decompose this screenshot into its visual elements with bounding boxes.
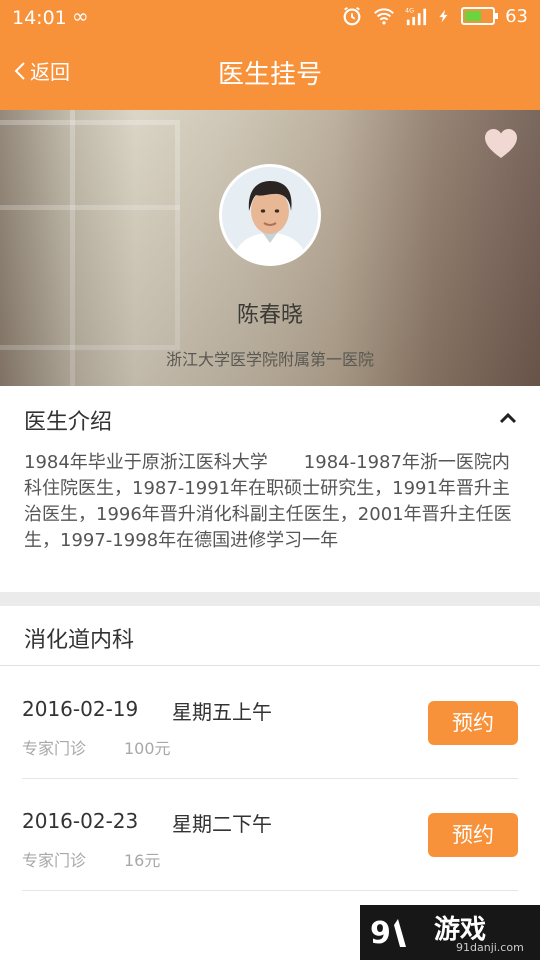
doctor-name: 陈春晓 (236, 303, 303, 328)
battery-percent: 63 (505, 5, 528, 27)
clinic-price: 16元 (124, 851, 161, 870)
avatar (219, 164, 321, 266)
doctor-hero: 陈春晓 浙江大学医学院附属第一医院 (0, 110, 540, 386)
schedule-date: 2016-02-19 (22, 697, 139, 721)
alarm-icon (343, 6, 361, 26)
page-title: 医生挂号 (217, 60, 322, 90)
top-bar: 14:01 ∞ 4G 63 返回 医生挂号 (0, 0, 540, 110)
chevron-up-icon[interactable] (496, 406, 520, 430)
signal-icon: 4G (405, 6, 427, 26)
status-time: 14:01 (12, 7, 67, 29)
clinic-type: 专家门诊 (22, 739, 87, 758)
wifi-icon (374, 8, 394, 25)
watermark-site: 91danji.com (456, 941, 524, 954)
status-bar: 14:01 ∞ 4G 63 (0, 0, 540, 38)
schedule-date: 2016-02-23 (22, 809, 139, 833)
schedule-row: 2016-02-19 星期五上午 专家门诊 100元 预约 (22, 667, 518, 779)
doctor-intro-section: 医生介绍 1984年毕业于原浙江医科大学 1984-1987年浙一医院内科住院医… (0, 386, 540, 592)
book-button[interactable]: 预约 (428, 701, 518, 745)
status-right: 4G 63 (341, 5, 528, 27)
intro-heading: 医生介绍 (24, 410, 113, 435)
charging-icon (439, 9, 448, 23)
doctor-portrait (222, 167, 318, 263)
loop-icon: ∞ (72, 4, 89, 28)
book-button[interactable]: 预约 (428, 813, 518, 857)
schedule-row: 2016-02-23 星期二下午 专家门诊 16元 预约 (22, 779, 518, 891)
battery-level (465, 11, 482, 21)
schedule-day: 星期五上午 (172, 700, 272, 724)
schedule-day: 星期二下午 (172, 812, 272, 836)
heart-icon[interactable] (484, 128, 518, 160)
svg-text:9: 9 (370, 916, 391, 951)
svg-text:4G: 4G (405, 6, 414, 14)
department-name: 消化道内科 (24, 628, 135, 653)
intro-text: 1984年毕业于原浙江医科大学 1984-1987年浙一医院内科住院医生，198… (24, 452, 512, 551)
nav-header: 返回 医生挂号 (0, 38, 540, 110)
watermark: 9 游戏 91danji.com (360, 905, 540, 960)
department-header: 消化道内科 (0, 606, 540, 666)
clinic-price: 100元 (124, 739, 171, 758)
clinic-type: 专家门诊 (22, 851, 87, 870)
battery-icon (461, 7, 499, 25)
hospital-name: 浙江大学医学院附属第一医院 (165, 350, 374, 369)
watermark-logo: 9 (370, 916, 406, 951)
section-divider (0, 592, 540, 606)
